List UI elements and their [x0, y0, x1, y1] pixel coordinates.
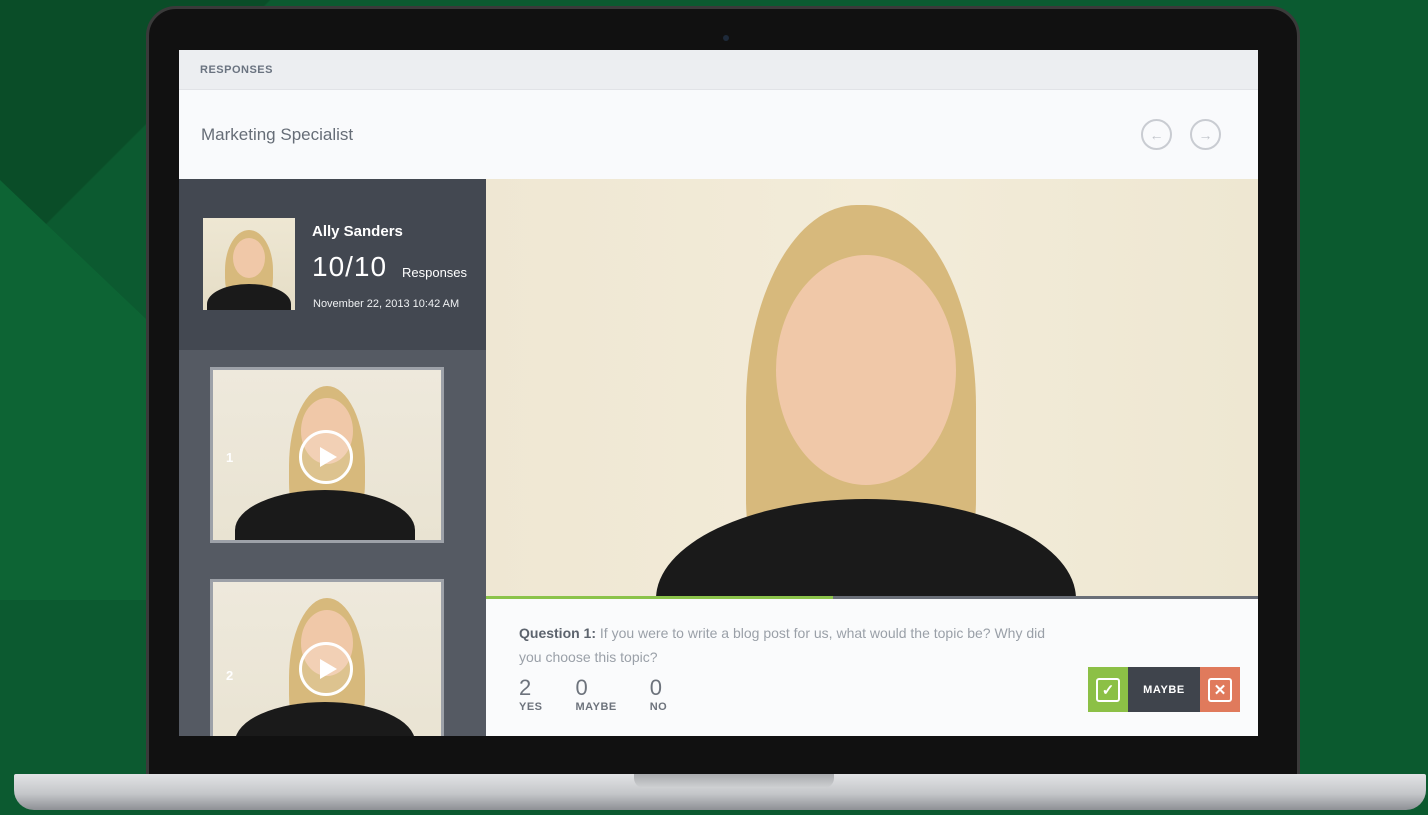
laptop-base [14, 774, 1426, 810]
response-thumbnail[interactable]: 2 [210, 579, 444, 736]
app-screen: RESPONSES Marketing Specialist ← → Ally … [179, 50, 1258, 736]
question-text: If you were to write a blog post for us,… [519, 625, 1046, 665]
top-bar: RESPONSES [179, 50, 1258, 90]
previous-button[interactable]: ← [1141, 119, 1172, 150]
play-icon [320, 447, 337, 467]
question-text-block: Question 1: If you were to write a blog … [519, 621, 1049, 669]
maybe-button[interactable]: MAYBE [1128, 667, 1200, 712]
candidate-name: Ally Sanders [312, 223, 403, 240]
response-date: November 22, 2013 10:42 AM [313, 298, 460, 310]
vote-label: YES [519, 701, 543, 713]
thumbnail-number: 2 [226, 668, 234, 683]
camera-dot [723, 35, 729, 41]
close-icon: ✕ [1208, 677, 1232, 702]
vote-count: 2 [519, 675, 532, 700]
check-icon: ✓ [1096, 677, 1120, 702]
page-header: Marketing Specialist ← → [179, 90, 1258, 179]
vote-yes: 2 YES [519, 675, 543, 713]
section-label: RESPONSES [200, 63, 273, 76]
question-label: Question 1: [519, 625, 597, 641]
vote-maybe: 0 MAYBE [576, 675, 617, 713]
play-button[interactable] [299, 430, 353, 484]
vote-count: 0 [575, 675, 588, 700]
laptop-notch [634, 774, 834, 788]
background-shape [1300, 0, 1428, 815]
vote-no: 0 NO [650, 675, 668, 713]
play-button[interactable] [299, 642, 353, 696]
response-thumbnail[interactable]: 1 [210, 367, 444, 543]
candidate-profile: Ally Sanders 10/10 Responses November 22… [179, 179, 486, 350]
yes-button[interactable]: ✓ [1088, 667, 1128, 712]
avatar [203, 218, 295, 310]
response-count-label: Responses [402, 265, 468, 280]
thumbnail-number: 1 [226, 450, 234, 465]
vote-count: 0 [649, 675, 662, 700]
responses-sidebar: Ally Sanders 10/10 Responses November 22… [179, 179, 486, 736]
next-button[interactable]: → [1190, 119, 1221, 150]
vote-counts: 2 YES 0 MAYBE 0 NO [519, 675, 667, 713]
arrow-left-icon: ← [1149, 126, 1164, 143]
page-title: Marketing Specialist [201, 124, 354, 144]
response-viewer: Question 1: If you were to write a blog … [486, 179, 1258, 736]
response-count: 10/10 [312, 251, 388, 282]
question-panel: Question 1: If you were to write a blog … [486, 599, 1258, 736]
video-player[interactable] [486, 179, 1258, 596]
no-button[interactable]: ✕ [1200, 667, 1240, 712]
navigation-arrows: ← → [1141, 119, 1221, 150]
vote-label: MAYBE [575, 701, 617, 713]
arrow-right-icon: → [1198, 126, 1213, 143]
decision-control: ✓ MAYBE ✕ [1088, 667, 1240, 712]
vote-label: NO [649, 701, 668, 713]
play-icon [320, 659, 337, 679]
